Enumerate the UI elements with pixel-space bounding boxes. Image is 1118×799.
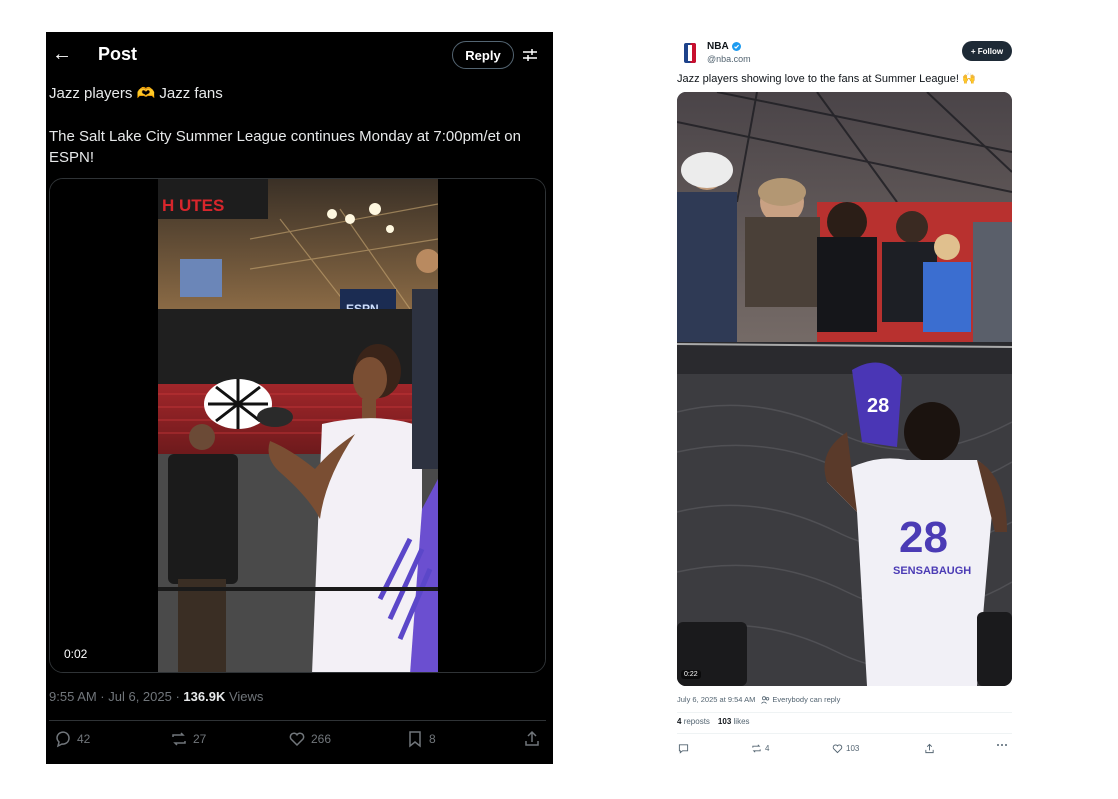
- video-player[interactable]: 28 28 SENSABAUGH 0:22: [677, 92, 1012, 686]
- reposts-count: 4: [677, 717, 682, 726]
- divider: [677, 712, 1012, 713]
- video-player[interactable]: H UTES ESPN: [49, 178, 546, 673]
- ellipsis-icon: [997, 744, 1007, 746]
- reply-action[interactable]: 42: [54, 730, 90, 748]
- people-icon: [761, 695, 770, 704]
- reposts-label: reposts: [683, 717, 710, 726]
- tweet-text-part: Jazz players showing love to the fans at…: [677, 73, 962, 85]
- likes-stat[interactable]: 103 likes: [718, 717, 750, 726]
- arena-sign-text: H UTES: [162, 196, 224, 215]
- verified-badge-icon: [731, 42, 741, 51]
- reply-setting-text: Everybody can reply: [772, 695, 841, 704]
- reply-setting: Everybody can reply: [761, 695, 840, 704]
- like-action[interactable]: 103: [832, 743, 859, 754]
- tweet-text-part: Jazz players: [49, 85, 137, 102]
- divider: [677, 733, 1012, 734]
- reply-button[interactable]: Reply: [452, 41, 514, 69]
- like-count: 266: [311, 732, 332, 746]
- likes-count: 103: [717, 717, 732, 726]
- share-action[interactable]: [924, 743, 935, 754]
- repost-icon: [172, 732, 186, 746]
- raised-hands-emoji: 🙌: [961, 73, 976, 85]
- follow-button[interactable]: + Follow: [962, 41, 1012, 61]
- settings-sliders-icon[interactable]: [522, 47, 538, 63]
- post-timestamp: 9:55 AM · Jul 6, 2025 ·: [49, 689, 184, 704]
- tweet-text: Jazz players showing love to the fans at…: [677, 72, 976, 85]
- tweet-text-part: Jazz fans: [155, 85, 223, 102]
- comment-icon: [56, 731, 70, 748]
- post-timestamp: July 6, 2025 at 9:54 AM: [677, 695, 756, 704]
- reply-count: 42: [77, 732, 91, 746]
- views-label: Views: [225, 689, 264, 704]
- nba-logo-icon[interactable]: [679, 41, 701, 65]
- repost-action[interactable]: 4: [751, 743, 769, 754]
- like-count: 103: [846, 744, 860, 753]
- repost-count: 27: [193, 732, 207, 746]
- tweet-text-line2: The Salt Lake City Summer League continu…: [49, 128, 521, 166]
- repost-action[interactable]: 27: [170, 730, 206, 748]
- account-name[interactable]: NBA: [707, 41, 741, 52]
- action-bar: 42 27 266 8: [46, 730, 553, 754]
- bookmark-count: 8: [429, 732, 436, 746]
- page-title: Post: [98, 44, 138, 64]
- heart-icon: [832, 744, 843, 754]
- likes-label: likes: [733, 717, 750, 726]
- divider: [49, 720, 546, 721]
- share-action[interactable]: [523, 730, 541, 748]
- reply-action[interactable]: [678, 743, 689, 754]
- more-options-icon[interactable]: [996, 743, 1008, 747]
- comment-icon: [678, 744, 689, 754]
- account-handle[interactable]: @nba.com: [707, 54, 751, 64]
- engagement-stats: 4 reposts 103 likes: [677, 717, 750, 726]
- share-icon: [925, 743, 934, 754]
- tweet-text-line1: Jazz players 🫶 Jazz fans: [49, 84, 223, 102]
- repost-count: 4: [765, 744, 770, 753]
- reposts-stat[interactable]: 4 reposts: [677, 717, 710, 726]
- views-count: 136.9K: [183, 689, 226, 704]
- bookmark-icon: [409, 731, 421, 748]
- video-frame: H UTES ESPN: [50, 179, 545, 672]
- post-meta: July 6, 2025 at 9:54 AM Everybody can re…: [677, 695, 840, 704]
- video-duration: 0:02: [64, 647, 88, 661]
- heart-icon: [289, 732, 305, 747]
- repost-icon: [752, 744, 761, 753]
- post-header: ← Post Reply: [46, 32, 553, 78]
- bookmark-action[interactable]: 8: [406, 730, 436, 748]
- jersey-number: 28: [899, 513, 948, 562]
- heart-hands-emoji: 🫶: [136, 85, 156, 102]
- x-post-panel: ← Post Reply Jazz players 🫶 Jazz fans Th…: [46, 32, 553, 764]
- held-jersey-number: 28: [867, 395, 889, 417]
- post-meta: 9:55 AM · Jul 6, 2025 · 136.9K Views: [49, 689, 263, 704]
- nba-post-panel: NBA @nba.com + Follow Jazz players showi…: [676, 36, 1016, 766]
- jersey-name: SENSABAUGH: [893, 565, 971, 577]
- video-frame: 28 28 SENSABAUGH: [677, 92, 1012, 686]
- like-action[interactable]: 266: [288, 730, 331, 748]
- account-name-text: NBA: [707, 41, 729, 52]
- share-icon: [525, 730, 539, 746]
- back-arrow-icon[interactable]: ←: [52, 43, 72, 66]
- video-duration: 0:22: [681, 670, 701, 679]
